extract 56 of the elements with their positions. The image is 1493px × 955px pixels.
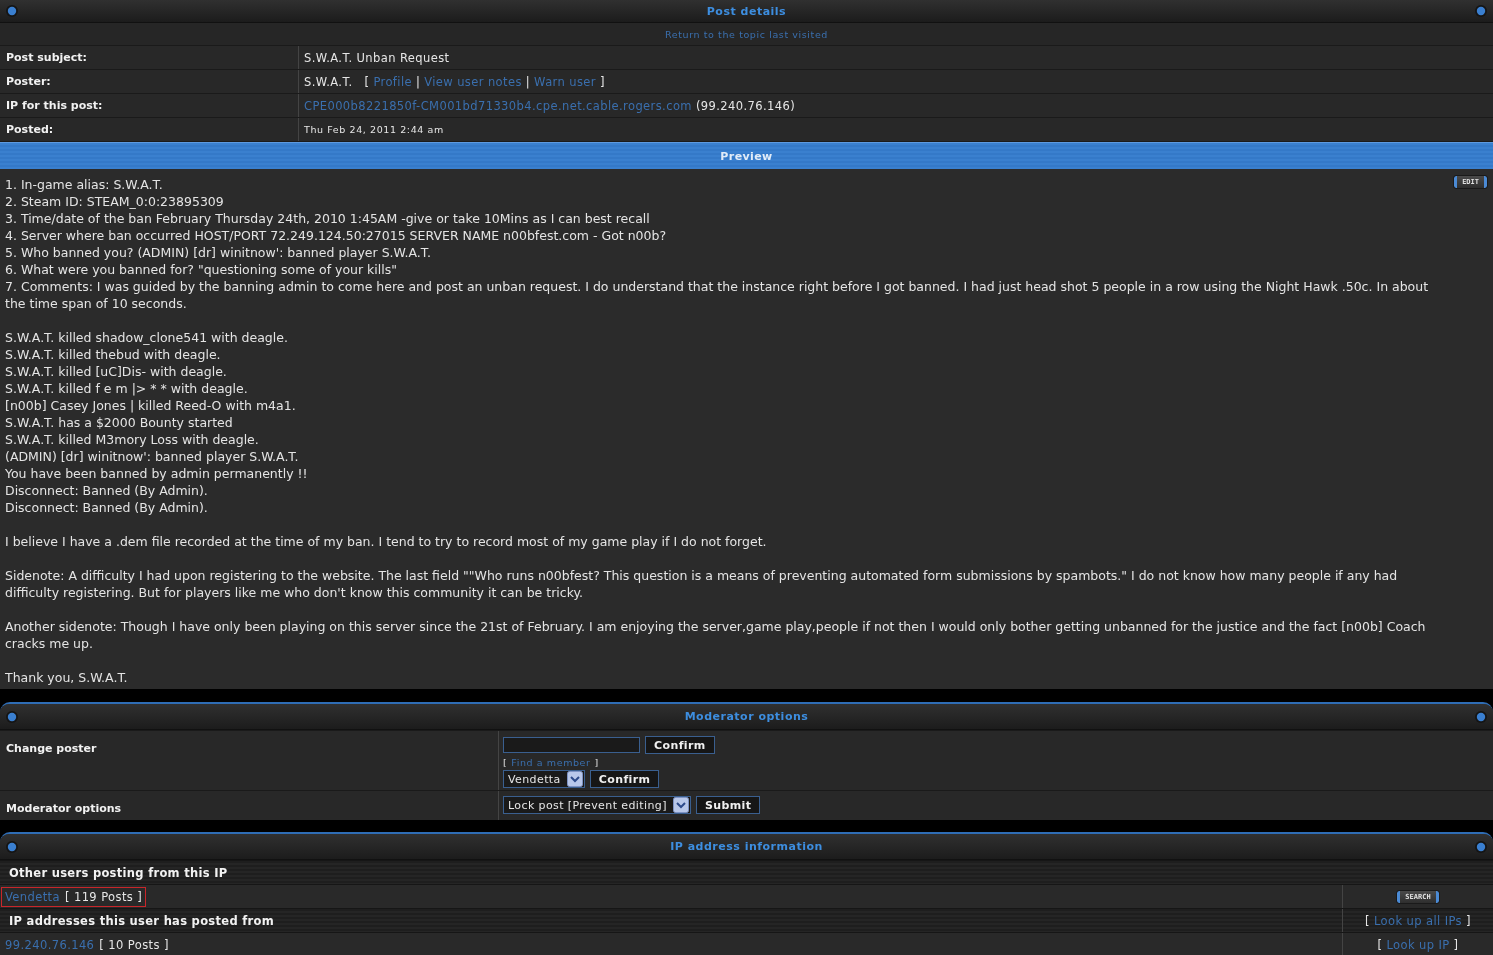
user-link[interactable]: Profile bbox=[373, 74, 412, 89]
confirm-button[interactable]: Confirm bbox=[589, 770, 660, 788]
bracket-text: ] bbox=[1453, 937, 1459, 952]
poster-name: S.W.A.T. bbox=[304, 74, 353, 89]
separator-text: | bbox=[525, 74, 531, 89]
action-select[interactable]: Lock post [Prevent editing] bbox=[503, 796, 691, 814]
look-up-link[interactable]: Look up all IPs bbox=[1373, 913, 1462, 928]
user-link[interactable]: Warn user bbox=[534, 74, 596, 89]
member-select[interactable]: Vendetta bbox=[503, 770, 585, 788]
orb-icon bbox=[1475, 710, 1487, 723]
field-label: Change poster bbox=[6, 742, 97, 755]
bracket-text: ] bbox=[594, 756, 599, 768]
confirm-button[interactable]: Confirm bbox=[645, 736, 715, 754]
find-member-link[interactable]: Find a member bbox=[511, 756, 591, 768]
bracket-text: [ bbox=[1365, 913, 1370, 928]
section-heading: IP addresses this user has posted from bbox=[9, 913, 274, 928]
bracket-text: [ bbox=[1377, 937, 1383, 952]
bracket-text: [ bbox=[503, 756, 508, 768]
ip-address-text: (99.240.76.146) bbox=[695, 98, 796, 113]
subject-text: S.W.A.T. Unban Request bbox=[304, 50, 450, 65]
field-label: Moderator options bbox=[6, 802, 122, 815]
separator-text: | bbox=[415, 74, 421, 89]
return-link[interactable]: Return to the topic last visited bbox=[665, 28, 828, 40]
post-paragraph: I believe I have a .dem file recorded at the time of my ban. I tend to try to record most of my game play if I do not forget. bbox=[5, 533, 768, 550]
entry-link[interactable]: Vendetta bbox=[5, 889, 60, 904]
orb-icon bbox=[6, 710, 18, 723]
post-paragraph: 1. In-game alias: S.W.A.T. 2. Steam ID: STEAM_0:0:23895309 3. Time/date of the ban February Thursday 24th, 2010 1:45AM -give or take 10Mins as I can best recall 4. Server where ban occurred HOST/PORT 72.249.124.50:27015 SERVER NAME n00bfest.com - Got n00b? 5. Who banned you? (ADMIN) [dr] winitnow': banned player S.W.A.T. 6. What were you banned for? "questioning some of your kills" 7. Comments: I was guided by the banning admin to come here and post an unban request. I do understand that the instance right before I got banned. I had just head shot 5 people in a row using the Night Hawk .50c. In about the time span of 10 seconds. bbox=[5, 176, 1430, 312]
field-label: Posted: bbox=[6, 123, 54, 136]
orb-icon bbox=[1475, 5, 1487, 17]
post-paragraph: S.W.A.T. killed shadow_clone541 with deagle. S.W.A.T. killed thebud with deagle. S.W.A.T. killed [uC]Dis- with deagle. S.W.A.T. killed f e m |> * * with deagle. [n00b] Casey Jones | killed Reed-O with m4a1. S.W.A.T. has a $2000 Bounty started S.W.A.T. killed M3mory Loss with deagle. (ADMIN) [dr] winitnow': banned player S.W.A.T. You have been banned by admin permanently !! Disconnect: Banned (By Admin). Disconnect: Banned (By Admin). bbox=[5, 329, 309, 516]
orb-icon bbox=[6, 840, 18, 853]
hostname-link[interactable]: CPE000b8221850f-CM001bd71330b4.cpe.net.cable.rogers.com bbox=[304, 98, 692, 113]
field-label: Post subject: bbox=[6, 51, 87, 64]
bracket-text: [ bbox=[364, 74, 370, 89]
post-paragraph: Sidenote: A difficulty I had upon registering to the website. The last field ""Who runs n00bfest? This question is a means of preventing automated form submissions by spambots." I do not know how many people if any had difficulty registering. But for players like me who don't know this community it can be tricky. bbox=[5, 567, 1399, 601]
poster-input-field[interactable] bbox=[503, 737, 640, 753]
post-date: Thu Feb 24, 2011 2:44 am bbox=[304, 124, 444, 135]
bracket-text: ] bbox=[1466, 913, 1471, 928]
user-link[interactable]: View user notes bbox=[424, 74, 522, 89]
submit-button[interactable]: Submit bbox=[695, 796, 761, 814]
post-paragraph: Thank you, S.W.A.T. bbox=[5, 669, 129, 686]
field-label: Poster: bbox=[6, 75, 51, 88]
panel-title: Post details bbox=[706, 4, 787, 18]
bracket-text: ] bbox=[599, 74, 605, 89]
orb-icon bbox=[1475, 840, 1487, 853]
field-label: IP for this post: bbox=[6, 99, 103, 112]
panel-title: Moderator options bbox=[684, 710, 809, 723]
entry-link[interactable]: 99.240.76.146 bbox=[5, 937, 95, 952]
preview-title: Preview bbox=[720, 149, 773, 163]
look-up-link[interactable]: Look up IP bbox=[1386, 937, 1450, 952]
post-count: [ 10 Posts ] bbox=[99, 937, 169, 952]
post-count: [ 119 Posts ] bbox=[65, 889, 143, 904]
post-paragraph: Another sidenote: Though I have only been playing on this server since the 21st of February. I am enjoying the server,game play,people if not then I would only bother getting unbanned for the justice and the fact [n00b] Coach cracks me up. bbox=[5, 618, 1427, 652]
panel-title: IP address information bbox=[670, 840, 823, 853]
section-heading: Other users posting from this IP bbox=[9, 865, 228, 880]
orb-icon bbox=[6, 5, 18, 17]
